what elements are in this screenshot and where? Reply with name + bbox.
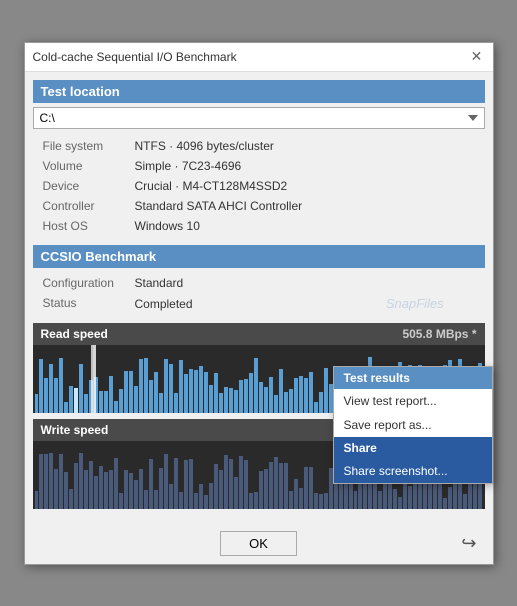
info-label: Volume [35,157,125,175]
context-menu: Test results View test report... Save re… [333,366,493,484]
info-value: Simple · 7C23-4696 [127,157,483,175]
file-info-table: File system NTFS · 4096 bytes/cluster Vo… [33,135,485,237]
share-icon-button[interactable]: ↪ [461,533,476,554]
table-row: Volume Simple · 7C23-4696 [35,157,483,175]
close-button[interactable]: ✕ [469,49,485,65]
info-label: Host OS [35,217,125,235]
config-label: Configuration [35,274,125,292]
context-menu-share-header: Share [334,437,492,459]
table-row: Controller Standard SATA AHCI Controller [35,197,483,215]
info-value: Standard SATA AHCI Controller [127,197,483,215]
share-screenshot-item[interactable]: Share screenshot... [334,459,492,483]
info-value: NTFS · 4096 bytes/cluster [127,137,483,155]
status-value: Completed SnapFiles [127,294,483,313]
info-label: File system [35,137,125,155]
info-label: Device [35,177,125,195]
read-speed-header: Read speed 505.8 MBps * [33,323,485,345]
footer: OK ↪ [25,523,493,564]
view-report-item[interactable]: View test report... [334,389,492,413]
config-value: Standard [127,274,483,292]
table-row: File system NTFS · 4096 bytes/cluster [35,137,483,155]
info-value: Crucial · M4-CT128M4SSD2 [127,177,483,195]
watermark: SnapFiles [386,296,444,311]
chart-marker [93,345,96,413]
info-value: Windows 10 [127,217,483,235]
benchmark-info-table: Configuration Standard Status Completed … [33,272,485,315]
main-window: Cold-cache Sequential I/O Benchmark ✕ Te… [24,42,494,565]
benchmark-header: CCSIO Benchmark [33,245,485,268]
read-speed-label: Read speed [41,327,108,341]
share-arrow-icon: ↪ [461,533,476,553]
test-location-header: Test location [33,80,485,103]
status-label: Status [35,294,125,313]
table-row: Device Crucial · M4-CT128M4SSD2 [35,177,483,195]
table-row: Configuration Standard [35,274,483,292]
drive-select[interactable]: C:\ [33,107,485,129]
read-speed-value: 505.8 MBps * [402,327,476,341]
context-menu-results-header: Test results [334,367,492,389]
chart-cursor [91,345,93,413]
title-bar: Cold-cache Sequential I/O Benchmark ✕ [25,43,493,72]
save-report-item[interactable]: Save report as... [334,413,492,437]
window-title: Cold-cache Sequential I/O Benchmark [33,50,237,64]
write-speed-label: Write speed [41,423,109,437]
table-row: Host OS Windows 10 [35,217,483,235]
ok-button[interactable]: OK [220,531,297,556]
info-label: Controller [35,197,125,215]
table-row: Status Completed SnapFiles [35,294,483,313]
